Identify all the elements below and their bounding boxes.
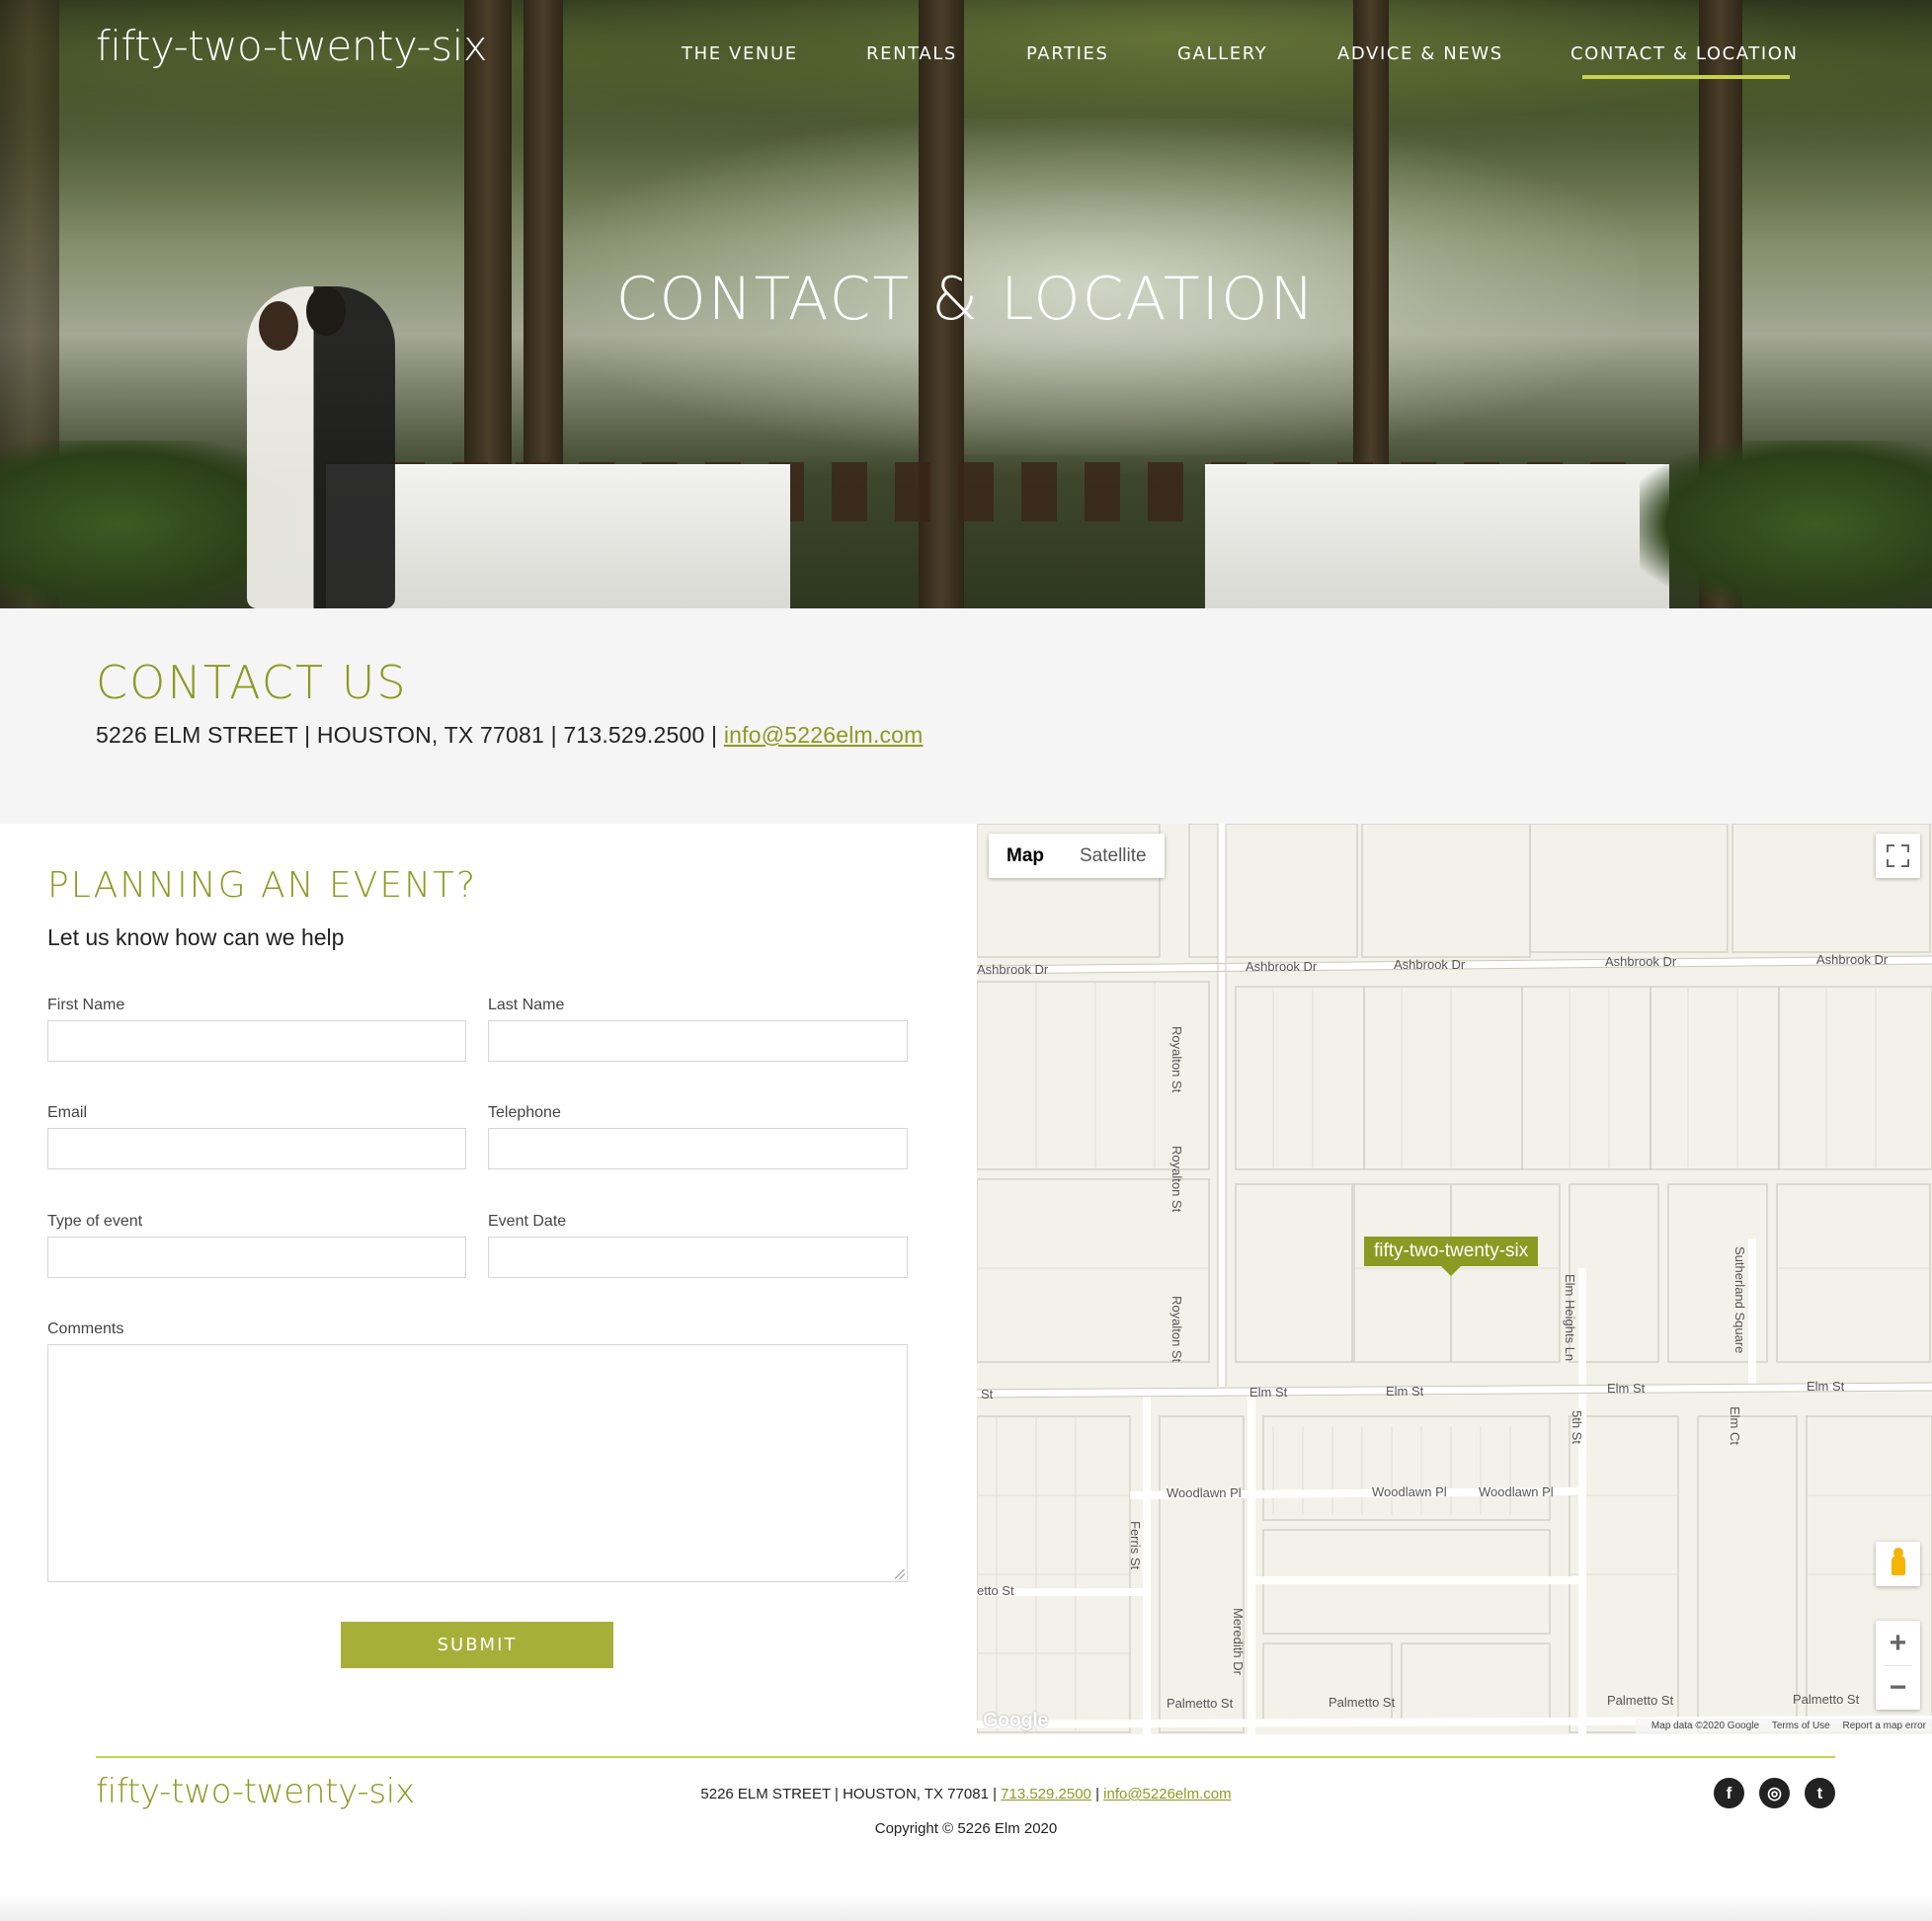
hero-foliage bbox=[1640, 440, 1932, 608]
street-label: Meredith Dr bbox=[1231, 1608, 1246, 1675]
nav-item-contact-location[interactable]: CONTACT & LOCATION bbox=[1570, 43, 1799, 64]
google-logo: Google bbox=[983, 1710, 1048, 1731]
street-label: Woodlawn Pl bbox=[1372, 1484, 1447, 1499]
nav-item-rentals[interactable]: RENTALS bbox=[866, 43, 957, 64]
pegman-icon[interactable] bbox=[1876, 1542, 1920, 1586]
nav-item-parties[interactable]: PARTIES bbox=[1026, 43, 1109, 64]
street-label: Elm St bbox=[1249, 1385, 1288, 1400]
telephone-field[interactable] bbox=[488, 1128, 908, 1169]
zoom-in-button[interactable]: + bbox=[1876, 1621, 1920, 1665]
street-label: Ferris St bbox=[1128, 1521, 1143, 1570]
copyright: Copyright © 5226 Elm 2020 bbox=[874, 1820, 1058, 1837]
nav-item-the-venue[interactable]: THE VENUE bbox=[682, 43, 798, 64]
street-label: Elm St bbox=[1386, 1384, 1424, 1399]
hero-title: CONTACT & LOCATION bbox=[615, 265, 1317, 334]
event-type-label: Type of event bbox=[47, 1213, 143, 1230]
facebook-icon[interactable]: f bbox=[1714, 1778, 1744, 1808]
nav-item-advice-news[interactable]: ADVICE & NEWS bbox=[1337, 43, 1503, 64]
street-label: Royalton St bbox=[1169, 1146, 1184, 1213]
last-name-field[interactable] bbox=[488, 1020, 908, 1062]
footer-address: 5226 ELM STREET | HOUSTON, TX 77081 | bbox=[700, 1786, 1002, 1802]
street-label: Woodlawn Pl bbox=[1479, 1484, 1554, 1499]
last-name-label: Last Name bbox=[488, 997, 565, 1013]
first-name-label: First Name bbox=[47, 997, 125, 1013]
footer-divider bbox=[96, 1756, 1835, 1758]
event-type-field[interactable] bbox=[47, 1237, 466, 1278]
street-label: Royalton St bbox=[1169, 1296, 1184, 1363]
footer-email-link[interactable]: info@5226elm.com bbox=[1103, 1786, 1231, 1802]
map-type-map-button[interactable]: Map bbox=[989, 834, 1062, 878]
resize-handle-icon[interactable] bbox=[895, 1569, 905, 1579]
contact-section: CONTACT US 5226 ELM STREET | HOUSTON, TX… bbox=[0, 608, 1932, 824]
telephone-label: Telephone bbox=[488, 1104, 561, 1121]
map-type-satellite-button[interactable]: Satellite bbox=[1062, 834, 1165, 878]
hero-table bbox=[326, 464, 790, 608]
instagram-icon[interactable]: ◎ bbox=[1759, 1778, 1790, 1808]
street-label: Palmetto St bbox=[1167, 1696, 1234, 1711]
page-bottom-edge bbox=[0, 1896, 1932, 1921]
street-label: Palmetto St bbox=[1607, 1693, 1674, 1708]
street-label: Ashbrook Dr bbox=[1394, 957, 1466, 972]
form-subtitle: Let us know how can we help bbox=[47, 924, 345, 950]
contact-info: 5226 ELM STREET | HOUSTON, TX 77081 | 71… bbox=[96, 722, 924, 749]
footer-contact: 5226 ELM STREET | HOUSTON, TX 77081 | 71… bbox=[0, 1786, 1932, 1802]
hero-table bbox=[1205, 464, 1669, 608]
form-title: PLANNING AN EVENT? bbox=[47, 865, 478, 906]
street-label: Royalton St bbox=[1169, 1026, 1184, 1093]
street-label: Elm St bbox=[1607, 1381, 1646, 1396]
street-label: Ashbrook Dr bbox=[1246, 959, 1318, 974]
street-label: St bbox=[981, 1387, 994, 1401]
event-form: PLANNING AN EVENT? Let us know how can w… bbox=[0, 824, 977, 1734]
street-label: Palmetto St bbox=[1328, 1695, 1396, 1710]
venue-map-marker[interactable]: fifty-two-twenty-six bbox=[1364, 1237, 1539, 1276]
street-label: Elm Ct bbox=[1728, 1406, 1742, 1445]
nav-active-underline bbox=[1582, 75, 1790, 79]
street-label: Palmetto St bbox=[1793, 1692, 1860, 1707]
event-date-label: Event Date bbox=[488, 1213, 567, 1230]
contact-email-link[interactable]: info@5226elm.com bbox=[724, 722, 924, 748]
location-map[interactable]: Ashbrook Dr Ashbrook Dr Ashbrook Dr Ashb… bbox=[977, 824, 1932, 1734]
footer-separator: | bbox=[1090, 1786, 1104, 1802]
contact-address: 5226 ELM STREET | HOUSTON, TX 77081 | 71… bbox=[96, 722, 724, 748]
comments-label: Comments bbox=[47, 1321, 124, 1337]
submit-button[interactable]: SUBMIT bbox=[341, 1622, 613, 1668]
report-map-error-link[interactable]: Report a map error bbox=[1843, 1721, 1926, 1731]
street-label: etto St bbox=[977, 1583, 1014, 1598]
twitter-icon[interactable]: t bbox=[1805, 1778, 1835, 1808]
first-name-field[interactable] bbox=[47, 1020, 466, 1062]
footer-phone-link[interactable]: 713.529.2500 bbox=[1001, 1786, 1091, 1802]
street-label: 5th St bbox=[1570, 1410, 1584, 1444]
map-type-toggle: Map Satellite bbox=[989, 834, 1165, 878]
street-label: Elm St bbox=[1807, 1379, 1845, 1394]
fullscreen-icon[interactable] bbox=[1876, 834, 1920, 878]
map-credits: Map data ©2020 Google Terms of Use Repor… bbox=[1635, 1719, 1932, 1734]
email-label: Email bbox=[47, 1104, 88, 1121]
terms-of-use-link[interactable]: Terms of Use bbox=[1772, 1721, 1830, 1731]
email-field[interactable] bbox=[47, 1128, 466, 1169]
event-date-field[interactable] bbox=[488, 1237, 908, 1278]
zoom-control: + − bbox=[1876, 1621, 1920, 1710]
street-label: Woodlawn Pl bbox=[1167, 1485, 1242, 1500]
nav-item-gallery[interactable]: GALLERY bbox=[1177, 43, 1267, 64]
street-label: Ashbrook Dr bbox=[1605, 954, 1677, 969]
street-label: Ashbrook Dr bbox=[977, 962, 1049, 977]
street-label: Elm Heights Ln bbox=[1563, 1274, 1577, 1362]
map-data-credit: Map data ©2020 Google bbox=[1650, 1721, 1760, 1731]
street-label: Ashbrook Dr bbox=[1816, 952, 1889, 967]
contact-title: CONTACT US bbox=[96, 656, 408, 709]
street-label: Sutherland Square bbox=[1732, 1246, 1747, 1354]
comments-field[interactable] bbox=[47, 1344, 908, 1582]
zoom-out-button[interactable]: − bbox=[1876, 1665, 1920, 1710]
hero-banner: fifty-two-twenty-six THE VENUE RENTALS P… bbox=[0, 0, 1932, 608]
